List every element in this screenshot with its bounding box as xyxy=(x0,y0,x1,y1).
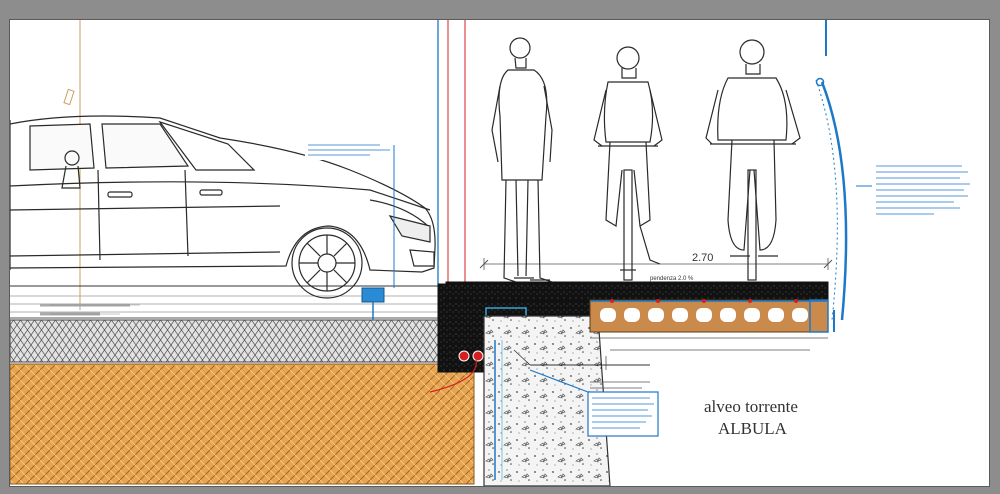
conduit-1 xyxy=(458,350,470,362)
drawing-sheet: 2.70 pendenza 2.0 % alveo torrente ALBUL… xyxy=(9,19,990,487)
drawing-frame: 2.70 pendenza 2.0 % alveo torrente ALBUL… xyxy=(0,0,1000,494)
gravel-layer xyxy=(10,319,443,363)
pedestrian-icon xyxy=(491,37,553,283)
cyclist-icon xyxy=(593,46,663,281)
railing-note xyxy=(856,165,970,215)
conduit-2 xyxy=(472,350,484,362)
dimension-line xyxy=(479,258,833,270)
drain-box xyxy=(361,287,385,303)
slope-label: pendenza 2.0 % xyxy=(650,276,694,282)
river-label-line2: ALBULA xyxy=(718,419,788,438)
axis-tag xyxy=(63,88,75,106)
river-label-line1: alveo torrente xyxy=(704,397,798,416)
road-layers xyxy=(10,285,475,485)
cyclist-rear-icon xyxy=(705,39,801,281)
cross-section-drawing: 2.70 pendenza 2.0 % alveo torrente ALBUL… xyxy=(10,20,970,486)
dimension-value: 2.70 xyxy=(692,252,713,264)
drain-note-box xyxy=(587,391,659,437)
soil-layer xyxy=(10,363,475,485)
